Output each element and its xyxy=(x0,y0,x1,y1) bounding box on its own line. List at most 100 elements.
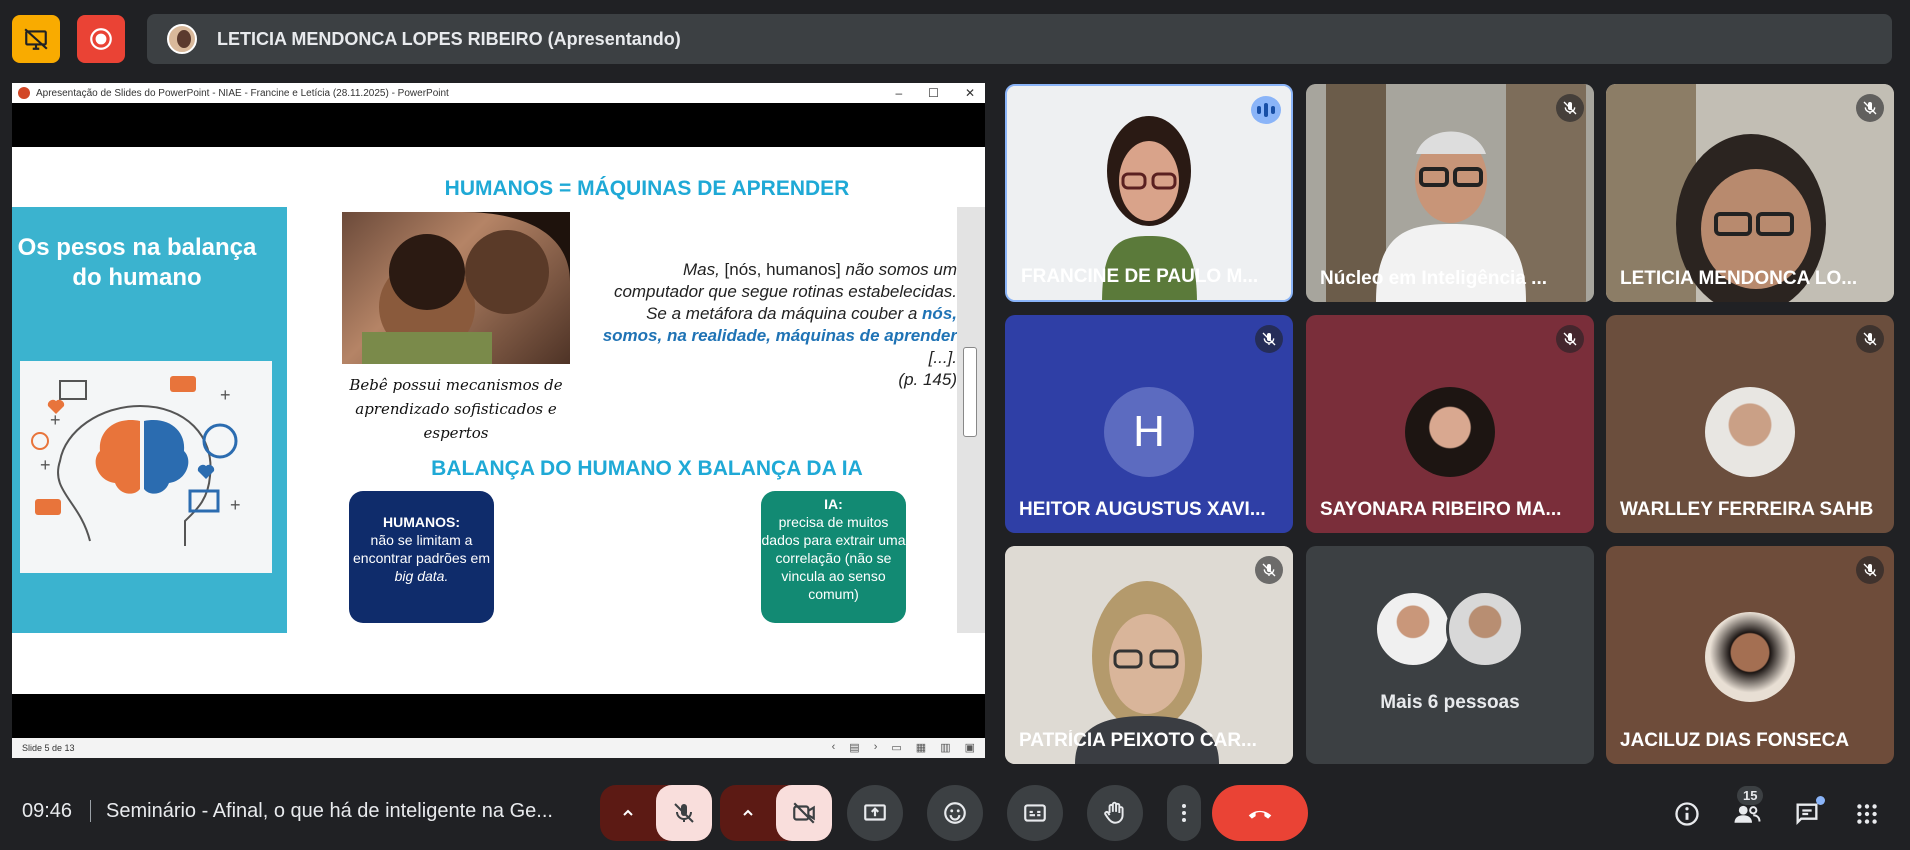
present-icon xyxy=(864,804,886,821)
participant-name: SAYONARA RIBEIRO MA... xyxy=(1320,499,1562,520)
mic-off-icon xyxy=(1556,94,1584,122)
mic-off-icon xyxy=(1856,94,1884,122)
participant-name: LETICIA MENDONCA LO... xyxy=(1620,268,1858,289)
meeting-details-button[interactable] xyxy=(1665,792,1709,836)
leave-call-button[interactable] xyxy=(1212,785,1308,841)
microphone-toggle-button[interactable] xyxy=(656,785,712,841)
presenter-banner[interactable]: LETICIA MENDONCA LOPES RIBEIRO (Apresent… xyxy=(147,14,1892,64)
camera-control-group xyxy=(720,785,832,841)
raise-hand-button[interactable] xyxy=(1087,785,1143,841)
people-button[interactable]: 15 xyxy=(1725,786,1769,836)
meeting-title: Seminário - Afinal, o que há de intelige… xyxy=(106,800,553,822)
divider xyxy=(90,800,91,822)
participant-tile-jaciluz[interactable]: JACILUZ DIAS FONSECA xyxy=(1606,546,1894,764)
presenter-name: LETICIA MENDONCA LOPES RIBEIRO (Apresent… xyxy=(217,28,681,49)
svg-text:+: + xyxy=(220,385,231,405)
video-settings-button[interactable] xyxy=(720,785,776,841)
baby-photo xyxy=(342,212,570,364)
svg-text:+: + xyxy=(40,455,51,475)
sorter-view-icon[interactable]: ▦ xyxy=(916,741,926,754)
recording-button[interactable] xyxy=(77,15,125,63)
chevron-up-icon xyxy=(743,809,753,816)
powerpoint-title-bar: Apresentação de Slides do PowerPoint - N… xyxy=(12,83,985,103)
next-slide-icon[interactable]: › xyxy=(874,741,878,754)
powerpoint-status-bar: Slide 5 de 13 ‹ ▤ › ▭ ▦ ▥ ▣ xyxy=(12,738,985,758)
slide-subtitle: BALANÇA DO HUMANO X BALANÇA DA IA xyxy=(431,457,863,480)
mic-off-icon xyxy=(1255,325,1283,353)
avatar xyxy=(1446,590,1524,668)
participant-name: Núcleo em Inteligência ... xyxy=(1320,268,1548,289)
powerpoint-icon xyxy=(18,87,30,99)
close-icon[interactable]: ✕ xyxy=(965,86,975,100)
previous-slide-icon[interactable]: ‹ xyxy=(832,741,836,754)
participant-tile-francine[interactable]: FRANCINE DE PAULO M... xyxy=(1005,84,1293,302)
more-people-avatars xyxy=(1374,590,1534,670)
reactions-button[interactable] xyxy=(927,785,983,841)
avatar xyxy=(1374,590,1452,668)
camera-off-icon xyxy=(793,802,815,824)
ia-title: IA: xyxy=(824,496,843,512)
mic-off-icon xyxy=(674,803,694,823)
mic-control-group xyxy=(600,785,712,841)
closed-captions-icon xyxy=(1024,804,1046,822)
speaking-indicator-icon xyxy=(1251,96,1281,124)
hide-presentation-button[interactable] xyxy=(12,15,60,63)
minimize-icon[interactable]: – xyxy=(895,86,902,100)
chevron-up-icon xyxy=(623,809,633,816)
mic-off-icon xyxy=(1556,325,1584,353)
slide-left-panel: Os pesos na balança do humano + + + + xyxy=(12,207,287,633)
emoji-icon xyxy=(944,802,966,824)
ia-text: precisa de muitos dados para extrair uma… xyxy=(761,514,906,602)
info-icon xyxy=(1675,802,1699,826)
more-people-label: Mais 6 pessoas xyxy=(1380,692,1520,713)
more-people-tile[interactable]: Mais 6 pessoas xyxy=(1306,546,1594,764)
hand-icon xyxy=(1104,801,1124,824)
chat-button[interactable] xyxy=(1785,792,1829,836)
normal-view-icon[interactable]: ▭ xyxy=(891,741,901,754)
participant-name: HEITOR AUGUSTUS XAVI... xyxy=(1019,499,1266,520)
participant-tile-warlley[interactable]: WARLLEY FERREIRA SAHB xyxy=(1606,315,1894,533)
top-bar: LETICIA MENDONCA LOPES RIBEIRO (Apresent… xyxy=(0,0,1910,80)
participant-tile-nucleo[interactable]: Núcleo em Inteligência ... xyxy=(1306,84,1594,302)
participant-tile-heitor[interactable]: H HEITOR AUGUSTUS XAVI... xyxy=(1005,315,1293,533)
participant-tile-patricia[interactable]: PATRÍCIA PEIXOTO CAR... xyxy=(1005,546,1293,764)
slideshow-view-icon[interactable]: ▣ xyxy=(965,741,975,754)
slide-scrollbar[interactable] xyxy=(957,207,985,633)
humanos-text: não se limitam a encontrar padrões em xyxy=(353,532,490,566)
bottom-toolbar: 09:46 Seminário - Afinal, o que há de in… xyxy=(0,770,1910,850)
reading-view-icon[interactable]: ▥ xyxy=(940,741,950,754)
chat-icon xyxy=(1796,803,1818,825)
participant-name: FRANCINE DE PAULO M... xyxy=(1021,266,1259,287)
record-icon xyxy=(90,28,112,50)
quote-part1: Mas, xyxy=(682,260,725,279)
shared-screen: Apresentação de Slides do PowerPoint - N… xyxy=(12,83,985,758)
scroll-thumb[interactable] xyxy=(963,347,977,437)
humanos-box: HUMANOS: não se limitam a encontrar padr… xyxy=(349,491,494,623)
more-options-button[interactable] xyxy=(1167,785,1201,841)
unread-dot xyxy=(1816,796,1825,805)
maximize-icon[interactable]: ☐ xyxy=(928,86,939,100)
present-screen-button[interactable] xyxy=(847,785,903,841)
participant-name: WARLLEY FERREIRA SAHB xyxy=(1620,499,1874,520)
quote-end: [...]. xyxy=(928,348,957,367)
participant-tile-sayonara[interactable]: SAYONARA RIBEIRO MA... xyxy=(1306,315,1594,533)
participant-count-badge: 15 xyxy=(1737,786,1764,805)
humanos-italic: big data. xyxy=(394,568,449,584)
slide: Os pesos na balança do humano + + + + HU… xyxy=(12,147,985,694)
ia-box: IA: precisa de muitos dados para extrair… xyxy=(761,491,906,623)
slide-title: HUMANOS = MÁQUINAS DE APRENDER xyxy=(444,177,850,200)
slide-menu-icon[interactable]: ▤ xyxy=(849,741,859,754)
captions-button[interactable] xyxy=(1007,785,1063,841)
avatar xyxy=(1705,387,1795,477)
audio-settings-button[interactable] xyxy=(600,785,656,841)
activities-button[interactable] xyxy=(1845,792,1889,836)
participant-tile-leticia[interactable]: LETICIA MENDONCA LO... xyxy=(1606,84,1894,302)
quote-reference: (p. 145) xyxy=(898,370,957,389)
presentation-off-icon xyxy=(24,28,48,50)
window-title: Apresentação de Slides do PowerPoint - N… xyxy=(36,87,449,99)
mic-off-icon xyxy=(1856,325,1884,353)
mic-off-icon xyxy=(1856,556,1884,584)
photo-caption: Bebê possui mecanismos de aprendizado so… xyxy=(349,376,563,442)
svg-text:+: + xyxy=(50,410,61,430)
camera-toggle-button[interactable] xyxy=(776,785,832,841)
